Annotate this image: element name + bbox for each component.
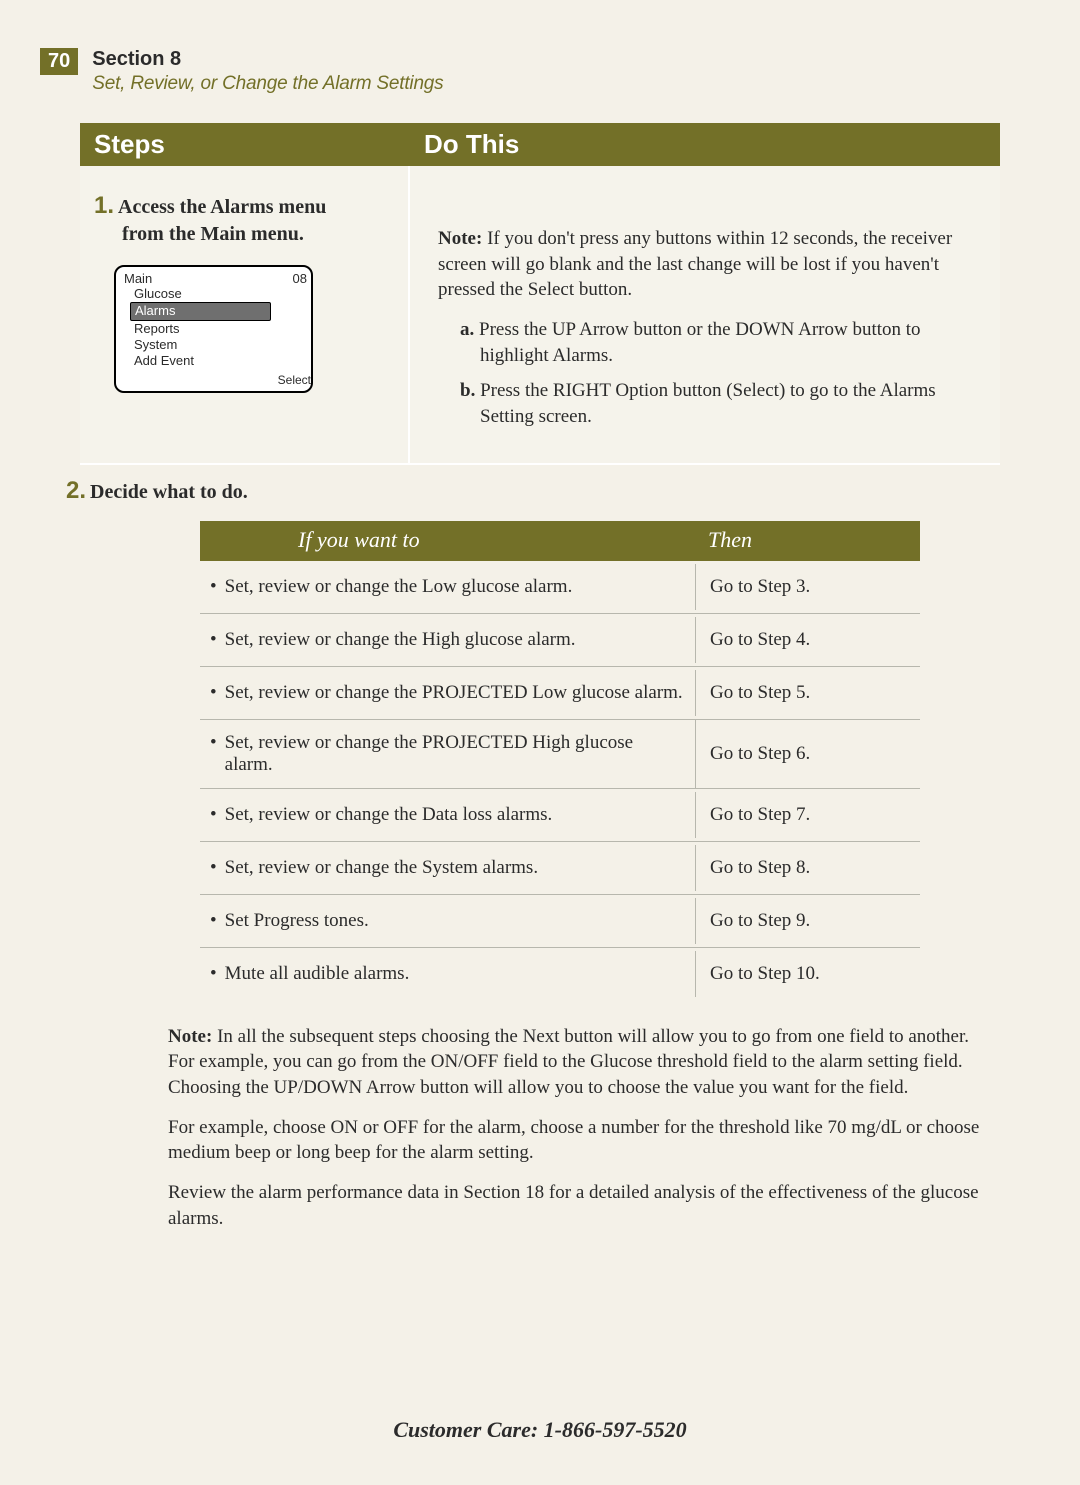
substep-a: a. Press the UP Arrow button or the DOWN… xyxy=(460,317,972,368)
decision-if-text: Set, review or change the PROJECTED High… xyxy=(225,732,685,776)
closing-p3: Review the alarm performance data in Sec… xyxy=(168,1180,998,1231)
substep-a-label: a. xyxy=(460,319,474,340)
bullet-icon: • xyxy=(206,804,217,826)
closing-notes: Note: In all the subsequent steps choosi… xyxy=(168,1024,998,1231)
decision-then-cell: Go to Step 10. xyxy=(696,951,920,997)
decision-then-cell: Go to Step 6. xyxy=(696,731,920,777)
step-1-title-line1: Access the Alarms menu xyxy=(118,196,326,218)
device-menu-item-selected: Alarms xyxy=(130,302,271,320)
instruction-grid: Steps Do This 1. Access the Alarms menu … xyxy=(80,123,1000,1231)
closing-p2: For example, choose ON or OFF for the al… xyxy=(168,1115,998,1166)
closing-note-label: Note: xyxy=(168,1026,212,1047)
bullet-icon: • xyxy=(206,963,217,985)
decision-if-text: Set, review or change the Low glucose al… xyxy=(225,576,573,598)
decision-then-cell: Go to Step 9. xyxy=(696,898,920,944)
decision-row: • Set, review or change the High glucose … xyxy=(200,614,920,667)
step-2-heading: 2. Decide what to do. xyxy=(80,465,1000,520)
step-1-substeps: a. Press the UP Arrow button or the DOWN… xyxy=(438,317,972,430)
bullet-icon: • xyxy=(206,576,217,598)
device-screen-mock: Main 08 Glucose Alarms Reports System Ad… xyxy=(114,265,313,393)
page-header: 70 Section 8 Set, Review, or Change the … xyxy=(40,48,1000,95)
column-header-steps: Steps xyxy=(80,123,410,166)
substep-b-text: Press the RIGHT Option button (Select) t… xyxy=(475,380,935,427)
decision-header-if: If you want to xyxy=(200,521,684,561)
decision-if-cell: • Mute all audible alarms. xyxy=(200,951,696,997)
note-label: Note: xyxy=(438,228,482,249)
page-number-badge: 70 xyxy=(40,48,78,75)
decision-then-cell: Go to Step 5. xyxy=(696,670,920,716)
decision-if-text: Set, review or change the PROJECTED Low … xyxy=(225,682,683,704)
step-1-row: 1. Access the Alarms menu from the Main … xyxy=(80,166,1000,463)
decision-if-text: Set, review or change the System alarms. xyxy=(225,857,538,879)
decision-then-cell: Go to Step 4. xyxy=(696,617,920,663)
decision-row: • Set, review or change the Low glucose a… xyxy=(200,561,920,614)
step-1-title-line2: from the Main menu. xyxy=(122,223,304,245)
decision-row: • Set, review or change the PROJECTED Low… xyxy=(200,667,920,720)
decision-row: • Set Progress tones. Go to Step 9. xyxy=(200,895,920,948)
column-header-bar: Steps Do This xyxy=(80,123,1000,166)
decision-if-text: Set, review or change the Data loss alar… xyxy=(225,804,553,826)
decision-then-cell: Go to Step 3. xyxy=(696,564,920,610)
device-menu-item: System xyxy=(116,337,311,353)
device-menu-item: Add Event xyxy=(116,353,311,369)
bullet-icon: • xyxy=(206,732,217,776)
section-subtitle: Set, Review, or Change the Alarm Setting… xyxy=(92,73,443,95)
decision-if-text: Mute all audible alarms. xyxy=(225,963,410,985)
device-footer-select: Select xyxy=(116,369,311,387)
decision-then-cell: Go to Step 8. xyxy=(696,845,920,891)
bullet-icon: • xyxy=(206,629,217,651)
device-menu-item: Reports xyxy=(116,321,311,337)
decision-table-header: If you want to Then xyxy=(200,521,920,561)
step-2-title: Decide what to do. xyxy=(90,481,248,503)
decision-row: •Set, review or change the PROJECTED Hig… xyxy=(200,720,920,789)
decision-row: • Mute all audible alarms. Go to Step 10. xyxy=(200,948,920,1000)
decision-if-cell: • Set, review or change the Low glucose a… xyxy=(200,564,696,610)
column-header-do-this: Do This xyxy=(410,123,1000,166)
decision-if-cell: • Set, review or change the High glucose … xyxy=(200,617,696,663)
substep-b: b. Press the RIGHT Option button (Select… xyxy=(460,378,972,429)
device-clock: 08 xyxy=(293,271,307,286)
decision-if-text: Set Progress tones. xyxy=(225,910,369,932)
step-1-number: 1. xyxy=(94,192,114,219)
decision-if-cell: • Set, review or change the PROJECTED Low… xyxy=(200,670,696,716)
decision-then-cell: Go to Step 7. xyxy=(696,792,920,838)
closing-p1: In all the subsequent steps choosing the… xyxy=(168,1026,969,1098)
bullet-icon: • xyxy=(206,910,217,932)
substep-a-text: Press the UP Arrow button or the DOWN Ar… xyxy=(474,319,920,366)
device-menu-item: Glucose xyxy=(116,286,311,302)
decision-table: If you want to Then •Set, review or chan… xyxy=(200,521,920,1000)
step-1-note: Note: If you don't press any buttons wit… xyxy=(438,226,972,303)
decision-if-cell: • Set, review or change the Data loss ala… xyxy=(200,792,696,838)
bullet-icon: • xyxy=(206,857,217,879)
bullet-icon: • xyxy=(206,682,217,704)
section-label: Section 8 xyxy=(92,48,443,71)
step-2-number: 2. xyxy=(66,477,86,504)
device-menu-title: Main xyxy=(124,271,152,286)
decision-row: • Set, review or change the Data loss ala… xyxy=(200,789,920,842)
note-text: If you don't press any buttons within 12… xyxy=(438,228,952,300)
decision-if-cell: • Set Progress tones. xyxy=(200,898,696,944)
footer-customer-care: Customer Care: 1-866-597-5520 xyxy=(0,1417,1080,1443)
decision-header-then: Then xyxy=(684,521,920,561)
decision-if-cell: • Set, review or change the System alarms… xyxy=(200,845,696,891)
decision-row: • Set, review or change the System alarms… xyxy=(200,842,920,895)
decision-if-text: Set, review or change the High glucose a… xyxy=(225,629,576,651)
substep-b-label: b. xyxy=(460,380,475,401)
decision-if-cell: •Set, review or change the PROJECTED Hig… xyxy=(200,720,696,788)
